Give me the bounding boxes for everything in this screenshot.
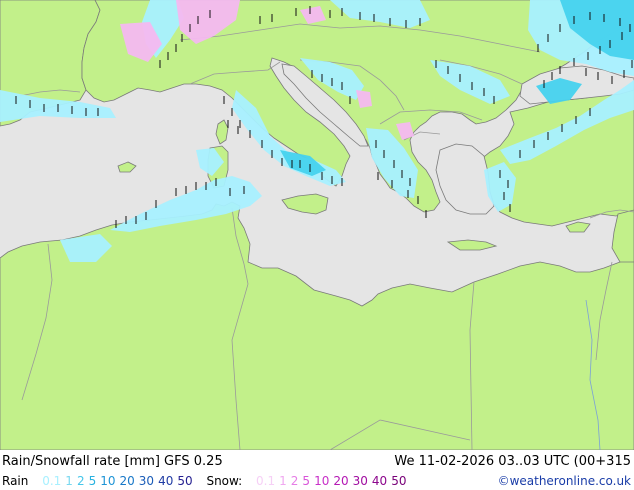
rain-legend-values: 0.1 1 2 5 10 20 30 40 50	[42, 474, 196, 489]
rain-legend-value: 1	[65, 474, 73, 488]
rain-legend-value: 10	[100, 474, 116, 488]
map-title: Rain/Snowfall rate [mm] GFS 0.25	[2, 454, 223, 469]
snow-legend-value: 1	[279, 474, 287, 488]
rain-legend-value: 50	[177, 474, 193, 488]
snow-legend-value: 30	[352, 474, 368, 488]
rain-legend-value: 20	[119, 474, 135, 488]
weather-map	[0, 0, 634, 450]
snow-legend-value: 20	[333, 474, 349, 488]
snow-legend-value: 0.1	[256, 474, 276, 488]
rain-legend-value: 40	[158, 474, 174, 488]
snow-legend-value: 10	[314, 474, 330, 488]
rain-legend-value: 5	[88, 474, 97, 488]
snow-legend-value: 50	[391, 474, 407, 488]
rain-legend-value: 0.1	[42, 474, 62, 488]
map-footer: Rain/Snowfall rate [mm] GFS 0.25 We 11-0…	[0, 450, 634, 490]
forecast-time: We 11-02-2026 03..03 UTC (00+315	[394, 454, 631, 469]
snow-legend-values: 0.1 1 2 5 10 20 30 40 50	[256, 474, 410, 489]
rain-legend-value: 30	[138, 474, 155, 488]
credit-link[interactable]: ©weatheronline.co.uk	[498, 474, 631, 489]
rain-legend-value: 2	[76, 474, 85, 488]
snow-legend-value: 5	[302, 474, 311, 488]
snow-legend-value: 2	[290, 474, 299, 488]
snow-legend-label: Snow:	[206, 474, 243, 488]
rain-legend-label: Rain	[2, 474, 29, 488]
legend: Rain 0.1 1 2 5 10 20 30 40 50 Snow: 0.1 1 2 5 10 20 30…	[2, 474, 416, 489]
snow-legend-value: 40	[371, 474, 388, 488]
